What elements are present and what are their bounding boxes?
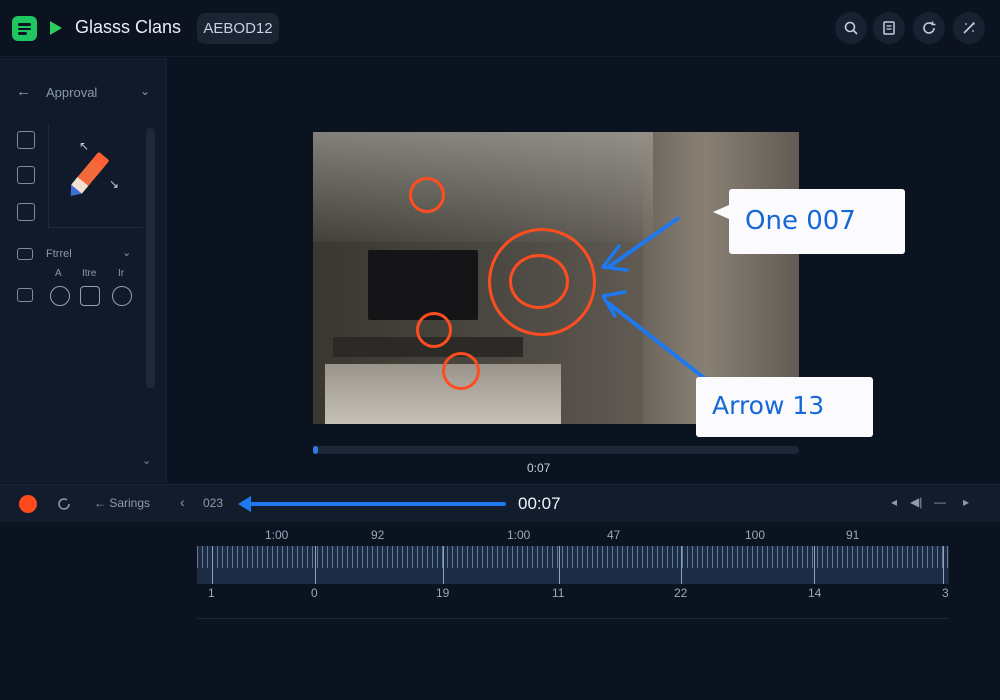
shrink-arrow-icon: ↘ [109,177,120,191]
option-circle-icon[interactable] [50,286,70,306]
ruler-top-label: 1:00 [507,528,531,542]
search-button[interactable] [835,12,867,44]
prev-frame-chevron-icon[interactable]: ‹ [180,494,185,510]
ruler-bottom-label: 1 [208,586,215,600]
control-bar: ← Sarings ‹ 023 00:07 ◂ ◀| — ▸ [0,484,1000,522]
annotation-circle[interactable] [416,312,452,348]
top-bar: Glasss Clans AEBOD12 [0,0,1000,57]
play-icon[interactable] [50,21,62,35]
option-label-ir: Ir [118,268,125,279]
annotation-circle[interactable] [442,352,480,390]
sidebar: ← Approval ⌄ ↖ ↘ Ftrrel ⌄ A Itre Ir ⌄ [0,58,167,483]
callout-2-text: Arrow 13 [712,391,825,420]
option-label-a: A [55,268,62,279]
fast-forward-icon[interactable]: ▸ [963,495,969,509]
settings-button[interactable]: ← Sarings [94,496,150,510]
tool-panel: ↖ ↘ [48,125,143,228]
record-button[interactable] [19,495,37,513]
ruler-bottom-label: 3 [942,586,949,600]
search-icon [844,21,858,35]
option-gauge-icon[interactable] [112,286,132,306]
refresh-button[interactable] [913,12,945,44]
ruler-bottom-label: 11 [552,586,565,600]
ruler-bottom-label: 19 [436,586,450,600]
scroll-down-chevron-icon[interactable]: ⌄ [142,454,151,467]
current-time: 00:07 [518,494,561,513]
current-time-small: 0:07 [527,461,551,475]
filter-title: Ftrrel [46,248,72,260]
timeline-ruler[interactable] [197,546,949,584]
book-icon[interactable] [17,288,33,302]
ruler-bottom-label: 22 [674,586,688,600]
ruler-top-label: 47 [607,528,621,542]
filter-icon [17,248,33,260]
option-link-icon[interactable] [80,286,100,306]
ruler-bottom-label: 0 [311,586,318,600]
scene-tv [368,250,478,320]
ruler-top-label: 91 [846,528,860,542]
layers-icon[interactable] [17,131,35,149]
project-code-badge[interactable]: AEBOD12 [197,13,279,44]
sidebar-scrollbar[interactable] [146,128,155,388]
document-icon [883,21,895,35]
file-icon[interactable] [17,166,35,184]
back-arrow-icon[interactable]: ← [16,83,31,100]
timeline-track[interactable] [197,618,949,619]
annotation-circle[interactable] [409,177,445,213]
expand-arrow-icon: ↖ [79,139,90,153]
video-progress-fill [313,446,318,454]
frame-counter: 023 [203,496,224,510]
pencil-tool-icon[interactable] [70,151,110,195]
minus-icon[interactable]: — [934,495,946,509]
video-progress-bar[interactable] [313,446,799,454]
annotation-callout-2[interactable]: Arrow 13 [696,377,873,437]
option-label-itre: Itre [82,268,97,279]
app-logo-icon[interactable] [12,16,37,41]
loop-icon[interactable] [56,496,72,512]
rewind-icon[interactable]: ◂ [891,495,897,509]
ruler-bottom-label: 14 [808,586,822,600]
callout-1-text: One 007 [745,206,856,236]
ruler-top-label: 100 [745,528,766,542]
arrowheads-icon [601,244,629,318]
magic-icon [963,22,975,34]
filter-chevron-icon[interactable]: ⌄ [122,246,131,259]
clipboard-icon[interactable] [17,203,35,221]
sidebar-section-title: Approval [46,85,98,100]
ruler-top-label: 1:00 [265,528,289,542]
app-title: Glasss Clans [75,17,182,37]
ruler-top-label: 92 [371,528,385,542]
annotation-callout-1[interactable]: One 007 [713,189,905,254]
annotation-circle-inner[interactable] [509,254,569,309]
refresh-icon [923,21,936,34]
document-button[interactable] [873,12,905,44]
scrub-arrow-annotation [238,496,506,511]
magic-button[interactable] [953,12,985,44]
chevron-down-icon[interactable]: ⌄ [140,84,150,98]
volume-icon[interactable]: ◀| [910,495,922,509]
